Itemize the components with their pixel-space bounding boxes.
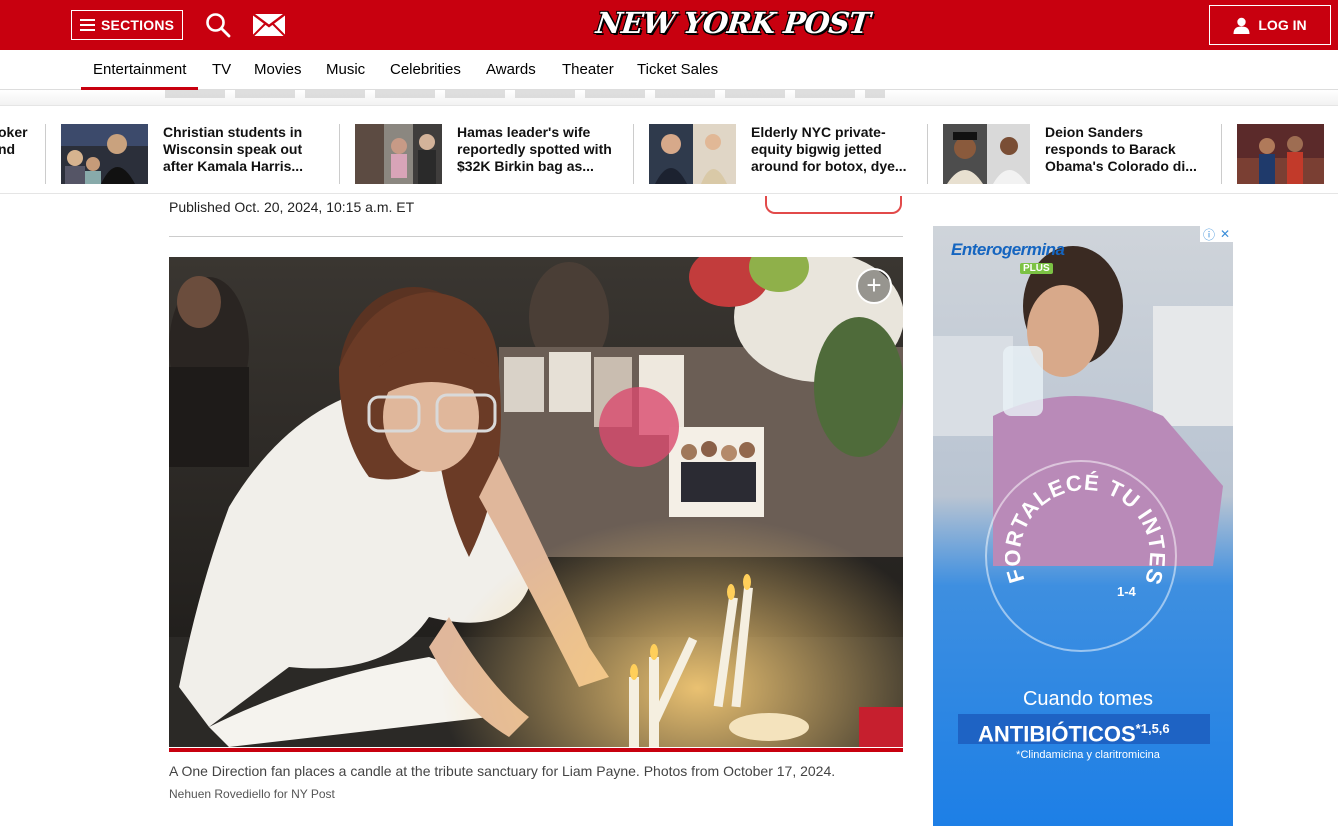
nav-item-theater[interactable]: Theater [562, 50, 614, 90]
top-bar: SECTIONS NEW YORK POST LOG IN [0, 0, 1338, 50]
scrolled-headline-remnant [0, 90, 1338, 106]
published-date: Published Oct. 20, 2024, 10:15 a.m. ET [169, 199, 415, 215]
nav-item-celebrities[interactable]: Celebrities [390, 50, 461, 90]
trending-card-title: Deion Sanders responds to Barack Obama's… [1045, 124, 1197, 174]
trending-thumbnail [1237, 124, 1324, 184]
svg-text:FORTALECÉ TU INTESTINO: FORTALECÉ TU INTESTINO [1005, 430, 1165, 588]
menu-icon [80, 19, 95, 31]
ad-brand-logo: Enterogermina [951, 240, 1065, 259]
site-logo[interactable]: NEW YORK POST [594, 6, 871, 42]
nav-item-awards[interactable]: Awards [486, 50, 536, 90]
section-nav: Entertainment TV Movies Music Celebritie… [0, 50, 1338, 90]
photo-expand-button[interactable]: + [856, 268, 892, 304]
login-label: LOG IN [1258, 17, 1307, 33]
ad-line-2: ANTIBIÓTICOS*1,5,6 [958, 714, 1210, 746]
svg-text:1-4: 1-4 [1117, 584, 1137, 599]
card-divider [1221, 124, 1222, 184]
trending-card-title: Christian students in Wisconsin speak ou… [163, 124, 304, 174]
ad-close-icon[interactable]: ✕ [1220, 227, 1230, 241]
card-divider [633, 124, 634, 184]
photo-credit: Nehuen Rovediello for NY Post [169, 787, 335, 801]
adchoices-badge[interactable]: ⓘ ✕ [1200, 226, 1233, 242]
trending-strip: oker nd Christian students in Wisconsin … [0, 112, 1338, 194]
ad-circular-text: FORTALECÉ TU INTESTINO 1-4 [1005, 430, 1165, 599]
trending-thumbnail [943, 124, 1030, 184]
mail-icon[interactable] [252, 13, 286, 37]
nav-item-entertainment[interactable]: Entertainment [80, 50, 199, 90]
trending-thumbnail [649, 124, 736, 184]
user-icon [1233, 17, 1250, 34]
sections-label: SECTIONS [101, 17, 175, 33]
share-button-partial[interactable] [765, 196, 902, 214]
trending-thumbnail [355, 124, 442, 184]
trending-card-title: Hamas leader's wife reportedly spotted w… [457, 124, 612, 174]
ad-line-3: *Clindamicina y claritromicina [1016, 749, 1160, 761]
ad-line-1: Cuando tomes [1022, 688, 1154, 710]
photo-caption: A One Direction fan places a candle at t… [169, 763, 836, 779]
divider [169, 236, 903, 237]
memorial-photo [169, 257, 903, 747]
login-button[interactable]: LOG IN [1209, 5, 1331, 45]
card-divider [45, 124, 46, 184]
nav-item-tv[interactable]: TV [212, 50, 231, 90]
nav-item-music[interactable]: Music [326, 50, 365, 90]
photo-underline [169, 748, 903, 752]
ad-brand-plus: PLUS [1020, 263, 1053, 274]
card-divider [339, 124, 340, 184]
card-divider [927, 124, 928, 184]
trending-card-title: Elderly NYC private-equity bigwig jetted… [751, 124, 907, 174]
trending-thumbnail [61, 124, 148, 184]
search-icon[interactable] [205, 12, 231, 38]
nav-item-movies[interactable]: Movies [254, 50, 302, 90]
partial-card-title[interactable]: oker nd [0, 124, 28, 158]
nav-item-ticket-sales[interactable]: Ticket Sales [637, 50, 718, 90]
sections-button[interactable]: SECTIONS [71, 10, 183, 40]
ad-info-icon[interactable]: ⓘ [1203, 226, 1215, 243]
article-photo[interactable] [169, 257, 903, 747]
